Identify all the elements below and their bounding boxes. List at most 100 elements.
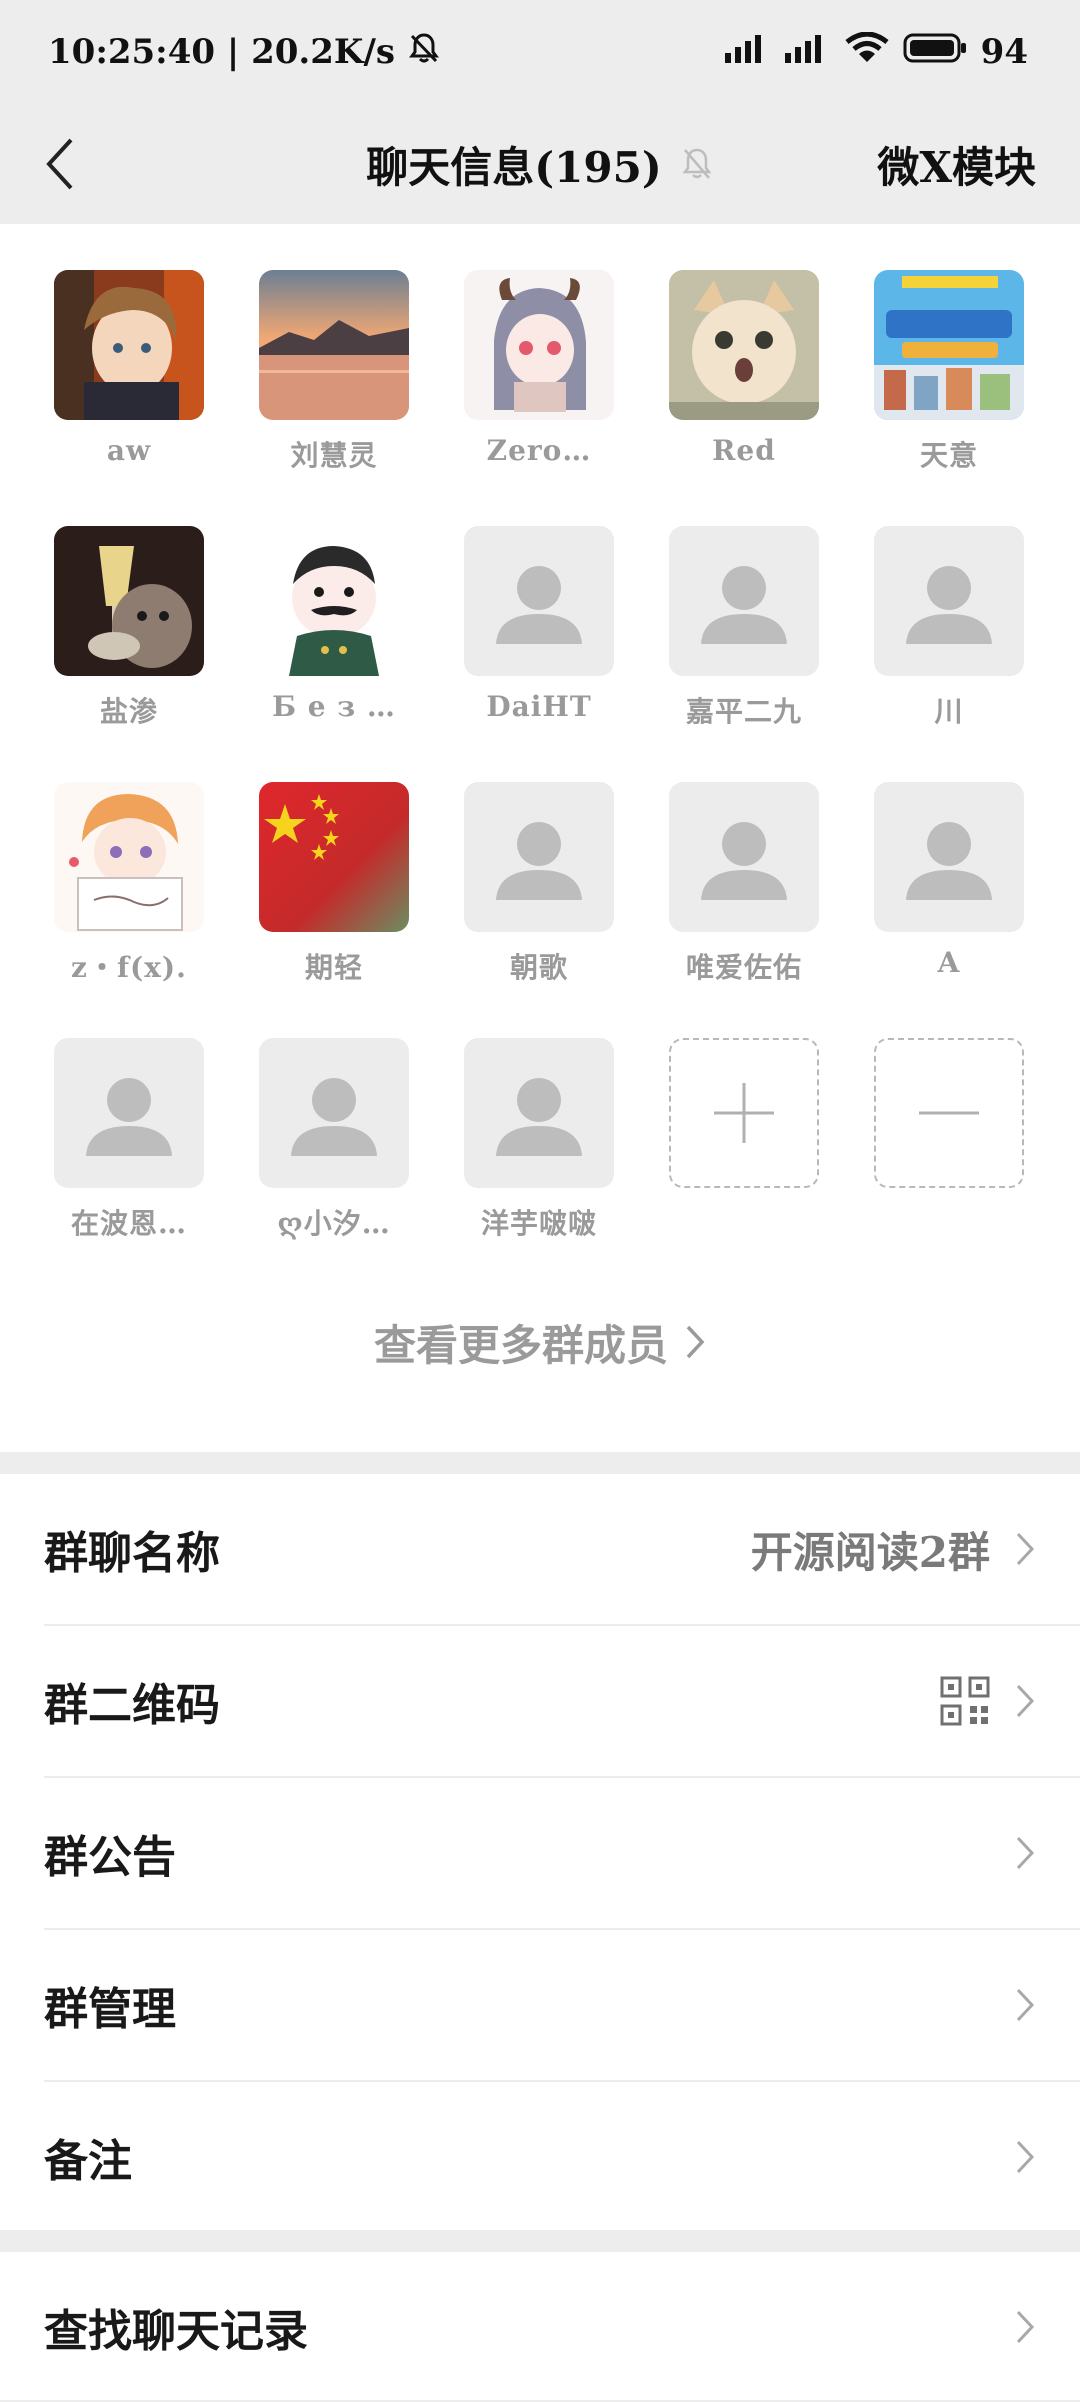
member-item[interactable]: 盐渗 (54, 526, 204, 730)
member-item[interactable]: 朝歌 (464, 782, 614, 986)
avatar (669, 270, 819, 420)
view-more-members-label: 查看更多群成员 (373, 1320, 668, 1370)
group-manage-row[interactable]: 群管理 (44, 1930, 1080, 2080)
group-settings-list: 群聊名称 开源阅读2群 群二维码 群公告 群管理 备注 (0, 1474, 1080, 2230)
default-avatar-icon (496, 1078, 582, 1156)
member-name: 唯爱佐佑 (685, 951, 802, 984)
member-item[interactable]: aw (54, 270, 204, 467)
avatar (669, 782, 819, 932)
member-item[interactable]: Red (669, 270, 819, 467)
member-name: aw (106, 434, 152, 467)
member-item[interactable]: 洋芋啵啵 (464, 1038, 614, 1242)
group-notice-right (1014, 1834, 1036, 1872)
default-avatar-icon (906, 566, 992, 644)
avatar (259, 526, 409, 676)
member-item[interactable]: 在波恩… (54, 1038, 204, 1242)
members-grid: aw 刘慧灵 Zero… Red 天意 盐渗 Б е з … DaiHT 嘉平二… (0, 224, 1080, 1452)
avatar (874, 526, 1024, 676)
avatar (464, 782, 614, 932)
search-chat-history-row[interactable]: 查找聊天记录 (44, 2252, 1080, 2402)
default-avatar-icon (291, 1078, 377, 1156)
remove-member-button[interactable] (874, 1038, 1024, 1188)
member-item[interactable]: 刘慧灵 (259, 270, 409, 474)
status-time-speed: 10:25:40 | 20.2K/s (48, 32, 396, 72)
group-name-label: 群聊名称 (44, 1528, 220, 1579)
avatar (259, 270, 409, 420)
add-member-button[interactable] (669, 1038, 819, 1188)
bell-off-icon (407, 31, 441, 74)
member-name: DaiHT (486, 690, 592, 723)
remark-label: 备注 (44, 2136, 132, 2187)
default-avatar-icon (701, 566, 787, 644)
chevron-right-icon (684, 1323, 706, 1361)
group-name-row[interactable]: 群聊名称 开源阅读2群 (44, 1474, 1080, 1624)
battery-level: 94 (980, 32, 1028, 72)
default-avatar-icon (701, 822, 787, 900)
member-name: Б е з … (272, 690, 396, 723)
default-avatar-icon (496, 822, 582, 900)
chevron-right-icon (1016, 2140, 1035, 2174)
member-name: z・f(x). (71, 951, 187, 984)
search-chat-history-right (1014, 2308, 1036, 2346)
avatar (874, 270, 1024, 420)
avatar (464, 526, 614, 676)
member-item[interactable]: 嘉平二九 (669, 526, 819, 730)
avatar (54, 270, 204, 420)
member-name: Zero… (486, 434, 592, 467)
member-name: 川 (934, 695, 964, 728)
minus-icon (919, 1111, 979, 1115)
member-item[interactable]: A (874, 782, 1024, 979)
member-item[interactable]: z・f(x). (54, 782, 204, 986)
default-avatar-icon (86, 1078, 172, 1156)
member-item[interactable]: DaiHT (464, 526, 614, 723)
add-member-box (669, 1038, 819, 1188)
signal-icon (724, 32, 771, 72)
search-history-card: 查找聊天记录 (0, 2252, 1080, 2400)
member-name: 朝歌 (509, 951, 568, 984)
qr-code-right (940, 1676, 1036, 1726)
member-name: 刘慧灵 (290, 439, 378, 472)
member-name: 天意 (919, 439, 978, 472)
member-item[interactable]: Zero… (464, 270, 614, 467)
mute-bell-icon (680, 145, 714, 183)
avatar (259, 1038, 409, 1188)
remark-row[interactable]: 备注 (44, 2082, 1080, 2232)
chevron-right-icon (1016, 1684, 1035, 1718)
member-item[interactable]: 期轻 (259, 782, 409, 986)
chevron-right-icon (1016, 1988, 1035, 2022)
group-name-right: 开源阅读2群 (751, 1519, 1036, 1580)
member-name: 盐渗 (99, 695, 158, 728)
status-bar: 10:25:40 | 20.2K/s 94 (0, 0, 1080, 104)
chevron-right-icon (1016, 2310, 1035, 2344)
member-item[interactable]: Б е з … (259, 526, 409, 723)
group-notice-row[interactable]: 群公告 (44, 1778, 1080, 1928)
search-chat-history-label: 查找聊天记录 (44, 2306, 308, 2357)
member-item[interactable]: 天意 (874, 270, 1024, 474)
qr-code-row[interactable]: 群二维码 (44, 1626, 1080, 1776)
nav-bar: 聊天信息(195) 微X模块 (0, 104, 1080, 224)
member-item[interactable]: 川 (874, 526, 1024, 730)
member-item[interactable]: 唯爱佐佑 (669, 782, 819, 986)
battery-icon (903, 32, 967, 73)
signal-icon-2 (784, 32, 831, 72)
member-name: 在波恩… (70, 1207, 187, 1240)
remark-right (1014, 2138, 1036, 2176)
default-avatar-icon (906, 822, 992, 900)
avatar (259, 782, 409, 932)
avatar (54, 526, 204, 676)
view-more-members-button[interactable]: 查看更多群成员 (0, 1302, 1080, 1382)
wx-module-button[interactable]: 微X模块 (877, 104, 1036, 224)
status-left: 10:25:40 | 20.2K/s (48, 31, 441, 74)
plus-icon (714, 1083, 774, 1143)
default-avatar-icon (496, 566, 582, 644)
qr-code-icon (940, 1676, 990, 1726)
member-name: Red (712, 434, 776, 467)
member-name: ღ小汐… (277, 1207, 391, 1240)
page-title: 聊天信息(195) (366, 142, 662, 192)
chevron-right-icon (1016, 1532, 1035, 1566)
remove-member-box (874, 1038, 1024, 1188)
avatar (874, 782, 1024, 932)
avatar (464, 1038, 614, 1188)
member-name: 期轻 (304, 951, 363, 984)
member-item[interactable]: ღ小汐… (259, 1038, 409, 1242)
